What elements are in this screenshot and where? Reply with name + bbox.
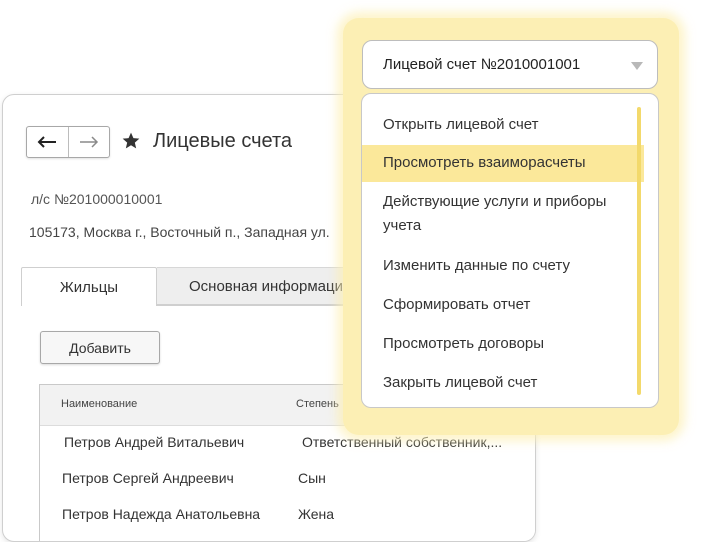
account-select[interactable]: Лицевой счет №2010001001 [362, 40, 658, 89]
account-actions-menu: Открыть лицевой счет Просмотреть взаимор… [361, 93, 659, 408]
cell-relation: Сын [298, 470, 326, 486]
menu-item-open-account[interactable]: Открыть лицевой счет [362, 113, 644, 137]
arrow-left-icon [37, 136, 57, 148]
menu-item-view-contracts[interactable]: Просмотреть договоры [362, 332, 644, 356]
page-title: Лицевые счета [153, 130, 293, 152]
menu-item-generate-report[interactable]: Сформировать отчет [362, 293, 644, 317]
column-header-relation: Степень [296, 398, 339, 410]
add-button[interactable]: Добавить [40, 331, 160, 364]
cell-name: Петров Надежда Анатольевна [62, 506, 261, 522]
menu-item-close-account[interactable]: Закрыть лицевой счет [362, 371, 644, 395]
cell-relation: Жена [298, 506, 335, 522]
star-icon[interactable] [121, 131, 141, 151]
table-row[interactable]: Петров Надежда Анатольевна Жена [40, 498, 535, 534]
account-select-value: Лицевой счет №2010001001 [383, 56, 581, 73]
menu-item-services-meters[interactable]: Действующие услуги и приборы учета [362, 190, 644, 238]
back-button[interactable] [27, 127, 68, 157]
caret-down-icon [631, 62, 643, 70]
menu-scrollbar[interactable] [637, 107, 641, 395]
cell-name: Петров Сергей Андреевич [62, 470, 234, 486]
nav-button-group [26, 126, 110, 158]
menu-item-edit-account[interactable]: Изменить данные по счету [362, 254, 644, 278]
menu-item-view-settlements[interactable]: Просмотреть взаиморасчеты [362, 145, 644, 182]
account-address: 105173, Москва г., Восточный п., Западна… [29, 224, 330, 240]
cell-relation: Ответственный собственник,... [302, 434, 503, 450]
column-header-name: Наименование [61, 398, 138, 410]
table-row[interactable]: Петров Сергей Андреевич Сын [40, 462, 535, 498]
forward-button[interactable] [67, 127, 110, 157]
account-number: л/с №201000010001 [31, 191, 163, 207]
arrow-right-icon [79, 136, 98, 148]
tab-residents[interactable]: Жильцы [21, 267, 157, 306]
cell-name: Петров Андрей Витальевич [64, 434, 245, 450]
active-tab-marker [22, 304, 155, 307]
